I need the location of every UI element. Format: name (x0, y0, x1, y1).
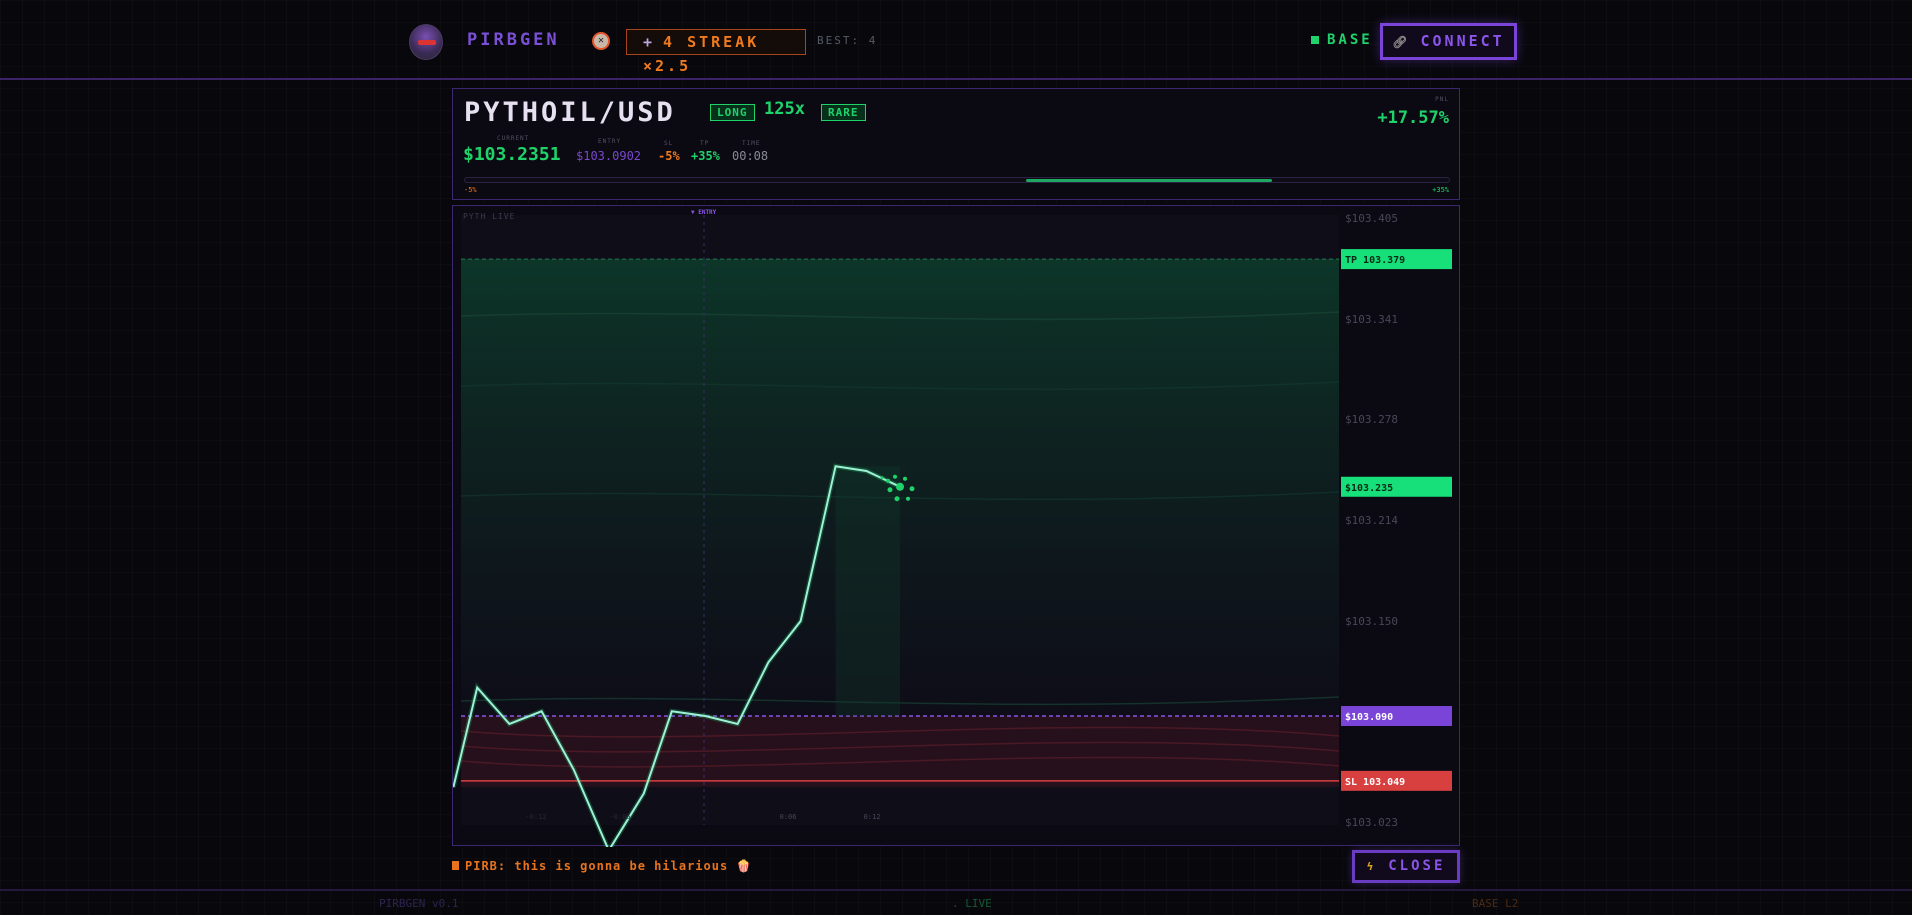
sl-price-badge: SL 103.049 (1345, 777, 1405, 788)
muted-speaker-icon[interactable]: ✕ (592, 32, 610, 50)
current-price-badge: $103.235 (1345, 483, 1393, 494)
side-badge: LONG (710, 104, 755, 121)
live-particle (896, 482, 904, 491)
tp-price-badge: TP 103.379 (1345, 255, 1405, 266)
rarity-badge: RARE (821, 104, 866, 121)
time-tick-label: -0:12 (525, 813, 546, 821)
connect-wallet-button[interactable]: 🔗︎ CONNECT (1380, 23, 1517, 60)
network-label: BASE (1327, 32, 1373, 48)
time-label: TIME (742, 140, 761, 147)
price-axis-label: $103.341 (1345, 313, 1398, 326)
time-value: 00:08 (732, 149, 769, 163)
footer-network: BASE L2 (1472, 897, 1519, 910)
pirb-chat-message: PIRB: this is gonna be hilarious 🍿 (452, 859, 752, 873)
sparkle-icon: + (643, 33, 656, 51)
current-price: $103.2351 (463, 144, 561, 165)
current-label: CURRENT (497, 135, 530, 142)
pnl-progress-bar (464, 177, 1450, 183)
price-chart-panel: $103.405 $103.341 $103.278 $103.214 $103.150… (452, 205, 1460, 847)
live-particle (887, 487, 893, 493)
live-particle (903, 476, 907, 481)
chat-bullet-icon (452, 861, 459, 870)
price-axis-label: $103.150 (1345, 615, 1398, 628)
link-icon: 🔗︎ (1392, 35, 1411, 49)
footer-version: PIRBGEN v0.1 (379, 897, 459, 910)
price-axis-label: $103.214 (1345, 514, 1398, 527)
lightning-icon: ϟ (1366, 860, 1377, 873)
live-particle (886, 478, 890, 483)
pnl-label: PNL (1435, 96, 1449, 103)
close-position-button[interactable]: ϟ CLOSE (1352, 850, 1460, 883)
price-chart: $103.405 $103.341 $103.278 $103.214 $103.150… (453, 212, 1452, 847)
status-dot-icon (1311, 36, 1319, 44)
entry-price: $103.0902 (576, 149, 642, 163)
streak-badge: +4 STREAK ×2.5 (626, 29, 806, 75)
pirb-avatar-logo (409, 24, 443, 60)
chat-text: PIRB: this is gonna be hilarious 🍿 (465, 859, 753, 873)
network-indicator: BASE (1311, 32, 1373, 48)
time-tick-label: -0:06 (609, 813, 630, 821)
price-axis-label: $103.023 (1345, 816, 1398, 829)
live-particle (893, 474, 897, 479)
top-bar: PIRBGEN ✕ +4 STREAK ×2.5 BEST: 4 BASE 🔗︎… (0, 0, 1912, 80)
sl-label: SL (664, 140, 674, 147)
live-particle (880, 476, 884, 480)
best-streak: BEST: 4 (817, 34, 878, 47)
trade-info-panel: PYTHOIL/USD LONG 125x RARE CURRENT $103.… (452, 88, 1460, 200)
bar-min-label: -5% (464, 186, 477, 194)
connect-label: CONNECT (1420, 32, 1505, 50)
leverage: 125x (764, 99, 805, 119)
footer-live: . LIVE (952, 897, 992, 910)
bar-max-label: +35% (1432, 186, 1449, 194)
time-tick-label: 0:12 (864, 813, 881, 821)
live-particle (906, 496, 910, 501)
entry-price-badge: $103.090 (1345, 712, 1393, 723)
live-particle (894, 496, 900, 502)
close-label: CLOSE (1388, 858, 1446, 874)
pair-title: PYTHOIL/USD (464, 97, 676, 128)
brand-name: PIRBGEN (467, 30, 560, 50)
price-axis-label: $103.405 (1345, 212, 1398, 225)
feed-label: PYTH LIVE (463, 212, 516, 221)
live-particle (909, 486, 915, 492)
time-tick-label: 0:06 (780, 813, 797, 821)
price-axis-label: $103.278 (1345, 413, 1398, 426)
tp-label: TP (700, 140, 710, 147)
recent-fill (835, 466, 900, 717)
footer: PIRBGEN v0.1 . LIVE BASE L2 (0, 889, 1912, 915)
pnl-value: +17.57% (1377, 108, 1449, 128)
pnl-progress-fill (1025, 179, 1272, 182)
entry-label: ENTRY (598, 138, 622, 145)
streak-text: 4 STREAK ×2.5 (643, 33, 760, 75)
tp-value: +35% (691, 149, 720, 163)
entry-marker: ▼ ENTRY (691, 209, 717, 216)
sl-value: -5% (658, 149, 680, 163)
